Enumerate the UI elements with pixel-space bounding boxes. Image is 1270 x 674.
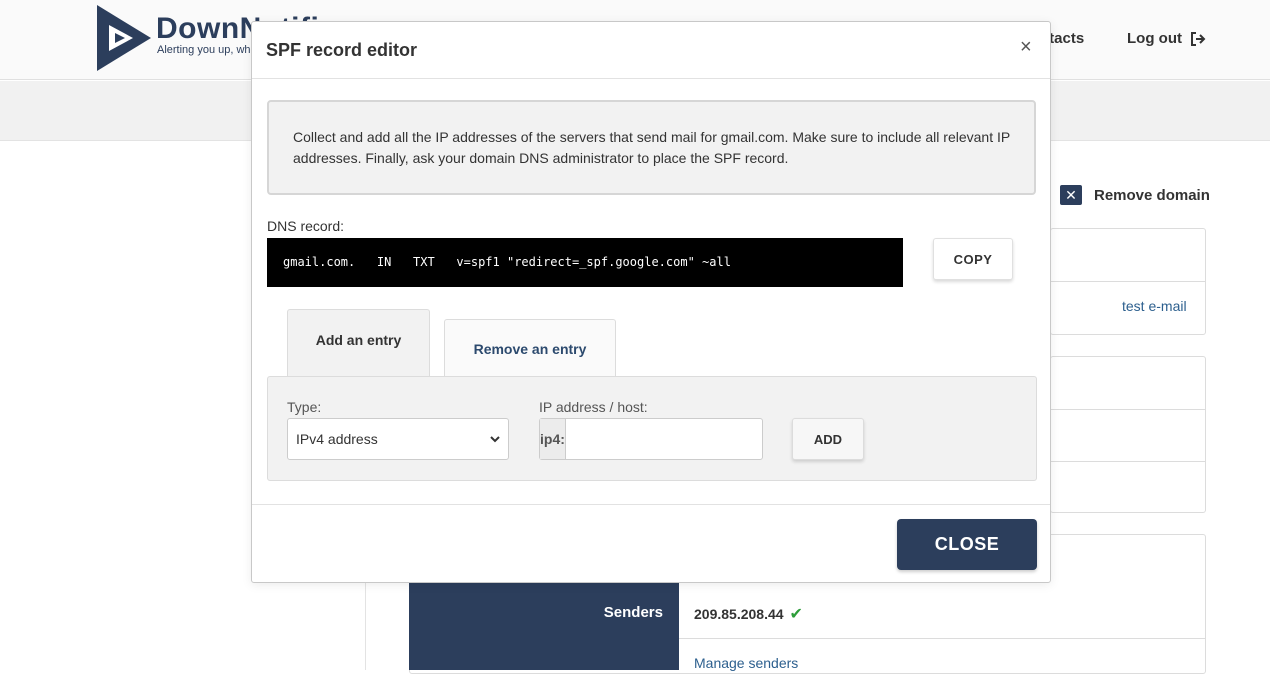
remove-domain-button[interactable]: ✕ Remove domain — [1060, 185, 1210, 205]
remove-x-icon: ✕ — [1060, 185, 1082, 205]
spf-editor-modal: SPF record editor × Collect and add all … — [251, 21, 1051, 583]
chevron-down-icon — [490, 435, 500, 442]
tab-add-entry[interactable]: Add an entry — [287, 309, 430, 377]
modal-header: SPF record editor × — [252, 22, 1050, 79]
logout-icon — [1190, 31, 1206, 46]
brand-tagline: Alerting you up, whe — [157, 44, 257, 56]
nav-logout-link[interactable]: Log out — [1127, 30, 1206, 47]
dns-record-label: DNS record: — [267, 218, 345, 234]
type-label: Type: — [287, 399, 322, 415]
test-email-link[interactable]: test e-mail — [1122, 298, 1187, 314]
close-button[interactable]: CLOSE — [897, 519, 1037, 570]
add-button[interactable]: ADD — [792, 418, 864, 460]
domain-card — [1050, 228, 1206, 335]
ip-address-input[interactable] — [565, 419, 763, 459]
ip4-prefix: ip4: — [540, 419, 566, 459]
settings-card — [1050, 356, 1206, 513]
modal-footer-divider — [252, 504, 1050, 505]
senders-label: Senders — [603, 604, 663, 621]
card-row-divider — [1051, 461, 1205, 462]
dns-record-value: gmail.com. IN TXT v=spf1 "redirect=_spf.… — [267, 238, 903, 287]
senders-row-divider — [679, 638, 1206, 639]
sender-ip-value: 209.85.208.44 — [694, 606, 784, 622]
downnotifi-logo-icon[interactable] — [95, 3, 153, 73]
ip-host-label: IP address / host: — [539, 399, 648, 415]
ip-input-group: ip4: — [539, 418, 763, 460]
type-select-value: IPv4 address — [296, 431, 378, 447]
senders-label-cell — [409, 583, 679, 670]
manage-senders-link[interactable]: Manage senders — [694, 655, 798, 671]
card-row-divider — [1051, 409, 1205, 410]
type-select[interactable]: IPv4 address — [287, 418, 509, 460]
card-row-divider — [1051, 281, 1205, 282]
close-icon[interactable]: × — [1020, 36, 1032, 59]
tab-remove-entry[interactable]: Remove an entry — [444, 319, 616, 377]
modal-title: SPF record editor — [266, 40, 418, 60]
info-text: Collect and add all the IP addresses of … — [293, 129, 1010, 166]
copy-button[interactable]: COPY — [933, 238, 1013, 280]
check-icon: ✔ — [789, 606, 803, 623]
remove-domain-label: Remove domain — [1094, 186, 1210, 204]
logout-label: Log out — [1127, 30, 1182, 47]
info-box: Collect and add all the IP addresses of … — [267, 100, 1036, 195]
sender-ip-item: 209.85.208.44 ✔ — [694, 604, 803, 624]
